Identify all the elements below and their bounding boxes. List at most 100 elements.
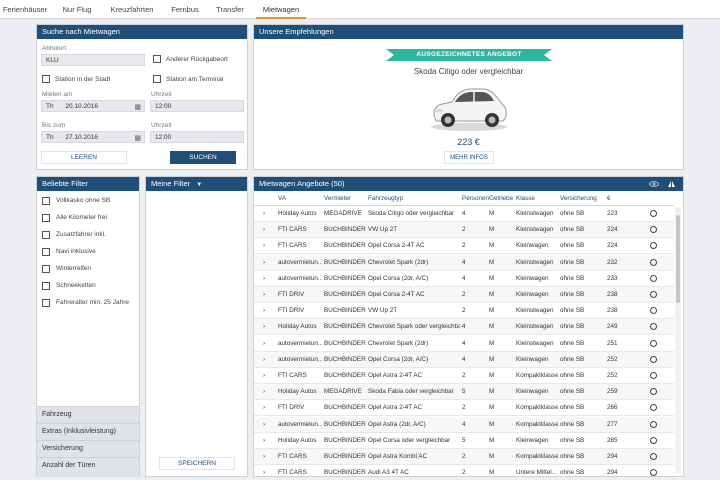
tab-transfer[interactable]: Transfer <box>210 0 250 19</box>
table-row[interactable]: › autovermietun... BUCHBINDER Chevrolet Spa… <box>254 336 674 352</box>
table-cell: ohne SB <box>560 323 585 331</box>
table-row[interactable]: › FTI DRIV BUCHBINDER Opel Corsa 2-4T AC 2 M K… <box>254 287 674 303</box>
table-row[interactable]: › FTI CARS BUCHBINDER VW Up 2T 2 M Kleinstwage… <box>254 222 674 239</box>
section-fahrzeug[interactable]: Fahrzeug <box>37 406 139 423</box>
expand-chevron-icon[interactable]: › <box>263 421 265 428</box>
save-filters-button[interactable]: SPEICHERN <box>159 457 235 470</box>
filter-checkbox[interactable] <box>42 231 50 239</box>
station-terminal-checkbox[interactable] <box>153 75 161 83</box>
other-return-checkbox[interactable] <box>153 55 161 63</box>
table-row[interactable]: › autovermietun... BUCHBINDER Chevrolet Spa… <box>254 254 674 271</box>
table-row[interactable]: › FTI CARS BUCHBINDER Opel Astra 2-4T AC 2 M K… <box>254 368 674 384</box>
select-radio[interactable] <box>650 307 657 315</box>
tab-kreuzfahrten[interactable]: Kreuzfahrten <box>104 0 160 19</box>
select-radio[interactable] <box>650 469 657 476</box>
tab-mietwagen[interactable]: Mietwagen <box>256 0 306 19</box>
select-radio[interactable] <box>650 339 657 347</box>
expand-chevron-icon[interactable]: › <box>263 469 265 476</box>
select-radio[interactable] <box>650 274 657 282</box>
select-radio[interactable] <box>650 323 657 331</box>
col-versicherung[interactable]: Versicherung <box>560 195 597 202</box>
col-getriebe[interactable]: Getriebe <box>489 195 513 202</box>
pickup-input[interactable]: KLU <box>41 54 145 66</box>
col-klasse[interactable]: Klasse <box>516 195 535 202</box>
table-row[interactable]: › FTI CARS BUCHBINDER Opel Astra Kombi AC 2 M… <box>254 449 674 465</box>
filter-checkbox[interactable] <box>42 265 50 273</box>
select-radio[interactable] <box>650 372 657 379</box>
expand-chevron-icon[interactable]: › <box>263 307 265 314</box>
expand-chevron-icon[interactable]: › <box>263 259 265 266</box>
select-radio[interactable] <box>650 436 657 444</box>
col-vermieter[interactable]: Vermieter <box>324 195 351 202</box>
sort-toggle-icon[interactable] <box>667 180 676 188</box>
scrollbar-thumb[interactable] <box>676 215 680 303</box>
table-row[interactable]: › Holiday Autos BUCHBINDER Opel Corsa oder … <box>254 433 674 449</box>
select-radio[interactable] <box>650 291 657 298</box>
expand-chevron-icon[interactable]: › <box>263 340 265 347</box>
filter-checkbox[interactable] <box>42 299 50 307</box>
search-button[interactable]: SUCHEN <box>170 151 236 164</box>
table-row[interactable]: › Holiday Autos BUCHBINDER Chevrolet Spark … <box>254 319 674 336</box>
table-row[interactable]: › FTI DRIV BUCHBINDER Opel Astra 2-4T AC 2 M K… <box>254 400 674 417</box>
clear-button[interactable]: LEEREN <box>41 151 127 164</box>
col-fahrzeugtyp[interactable]: Fahrzeugtyp <box>368 195 403 202</box>
select-radio[interactable] <box>650 404 657 412</box>
table-cell: 249 <box>607 323 618 331</box>
table-row[interactable]: › autovermietun... BUCHBINDER Opel Corsa (2… <box>254 271 674 287</box>
select-radio[interactable] <box>650 258 657 266</box>
section-tueren[interactable]: Anzahl der Türen <box>37 457 139 477</box>
table-row[interactable]: › Holiday Autos MEGADRIVE Skoda Citigo oder… <box>254 206 674 222</box>
expand-chevron-icon[interactable]: › <box>263 291 265 298</box>
select-radio[interactable] <box>650 210 657 217</box>
expand-chevron-icon[interactable]: › <box>263 453 265 460</box>
section-extras[interactable]: Extras (Inklusivleistung) <box>37 423 139 440</box>
select-radio[interactable] <box>650 453 657 460</box>
calendar-icon[interactable]: ▦ <box>134 133 141 144</box>
tab-fernbus[interactable]: Fernbus <box>166 0 204 19</box>
scrollbar[interactable] <box>675 207 681 473</box>
expand-chevron-icon[interactable]: › <box>263 323 265 330</box>
select-radio[interactable] <box>650 355 657 363</box>
expand-chevron-icon[interactable]: › <box>263 242 265 249</box>
calendar-icon[interactable]: ▦ <box>134 102 141 113</box>
tab-ferienhaeuser[interactable]: Ferienhäuser <box>0 0 50 19</box>
until-time-input[interactable]: 12:00 <box>150 131 244 143</box>
rent-time-input[interactable]: 12:00 <box>150 100 244 112</box>
select-radio[interactable] <box>650 242 657 250</box>
table-row[interactable]: › FTI DRIV BUCHBINDER VW Up 2T 2 M Kleinstwage… <box>254 303 674 320</box>
until-date-input[interactable]: Th 27.10.2016 ▦ <box>41 131 145 143</box>
filter-checkbox[interactable] <box>42 214 50 222</box>
expand-chevron-icon[interactable]: › <box>263 356 265 363</box>
filter-checkbox[interactable] <box>42 282 50 290</box>
table-row[interactable]: › autovermietun... BUCHBINDER Opel Corsa (2… <box>254 351 674 368</box>
tab-nur-flug[interactable]: Nur Flug <box>56 0 98 19</box>
expand-chevron-icon[interactable]: › <box>263 404 265 411</box>
table-row[interactable]: › autovermietun... BUCHBINDER Opel Astra (2… <box>254 416 674 433</box>
filter-checkbox[interactable] <box>42 197 50 205</box>
expand-chevron-icon[interactable]: › <box>263 437 265 444</box>
table-row[interactable]: › FTI CARS BUCHBINDER Opel Corsa 2-4T AC 2 M K… <box>254 238 674 255</box>
select-radio[interactable] <box>650 420 657 428</box>
select-radio[interactable] <box>650 226 657 234</box>
station-city-checkbox[interactable] <box>42 75 50 83</box>
col-personen[interactable]: Personen <box>462 195 489 202</box>
my-filters-header[interactable]: Meine Filter ▼ <box>146 177 247 191</box>
table-cell: FTI CARS <box>278 242 307 250</box>
eye-icon[interactable] <box>649 180 659 188</box>
expand-chevron-icon[interactable]: › <box>263 372 265 379</box>
table-row[interactable]: › Holiday Autos MEGADRIVE Skoda Fabia oder … <box>254 384 674 401</box>
table-row[interactable]: › FTI CARS BUCHBINDER Audi A3 4T AC 2 M Untere… <box>254 465 674 477</box>
col-price[interactable]: € <box>607 195 611 202</box>
section-versicherung[interactable]: Versicherung <box>37 440 139 457</box>
filter-checkbox[interactable] <box>42 248 50 256</box>
expand-chevron-icon[interactable]: › <box>263 388 265 395</box>
expand-chevron-icon[interactable]: › <box>263 275 265 282</box>
col-va[interactable]: VA <box>278 195 286 202</box>
expand-chevron-icon[interactable]: › <box>263 210 265 217</box>
expand-chevron-icon[interactable]: › <box>263 226 265 233</box>
more-info-button[interactable]: MEHR INFOS <box>444 151 494 164</box>
chevron-down-icon[interactable]: ▼ <box>196 182 202 188</box>
table-cell: M <box>489 469 495 477</box>
select-radio[interactable] <box>650 388 657 396</box>
rent-date-input[interactable]: Th 20.10.2016 ▦ <box>41 100 145 112</box>
